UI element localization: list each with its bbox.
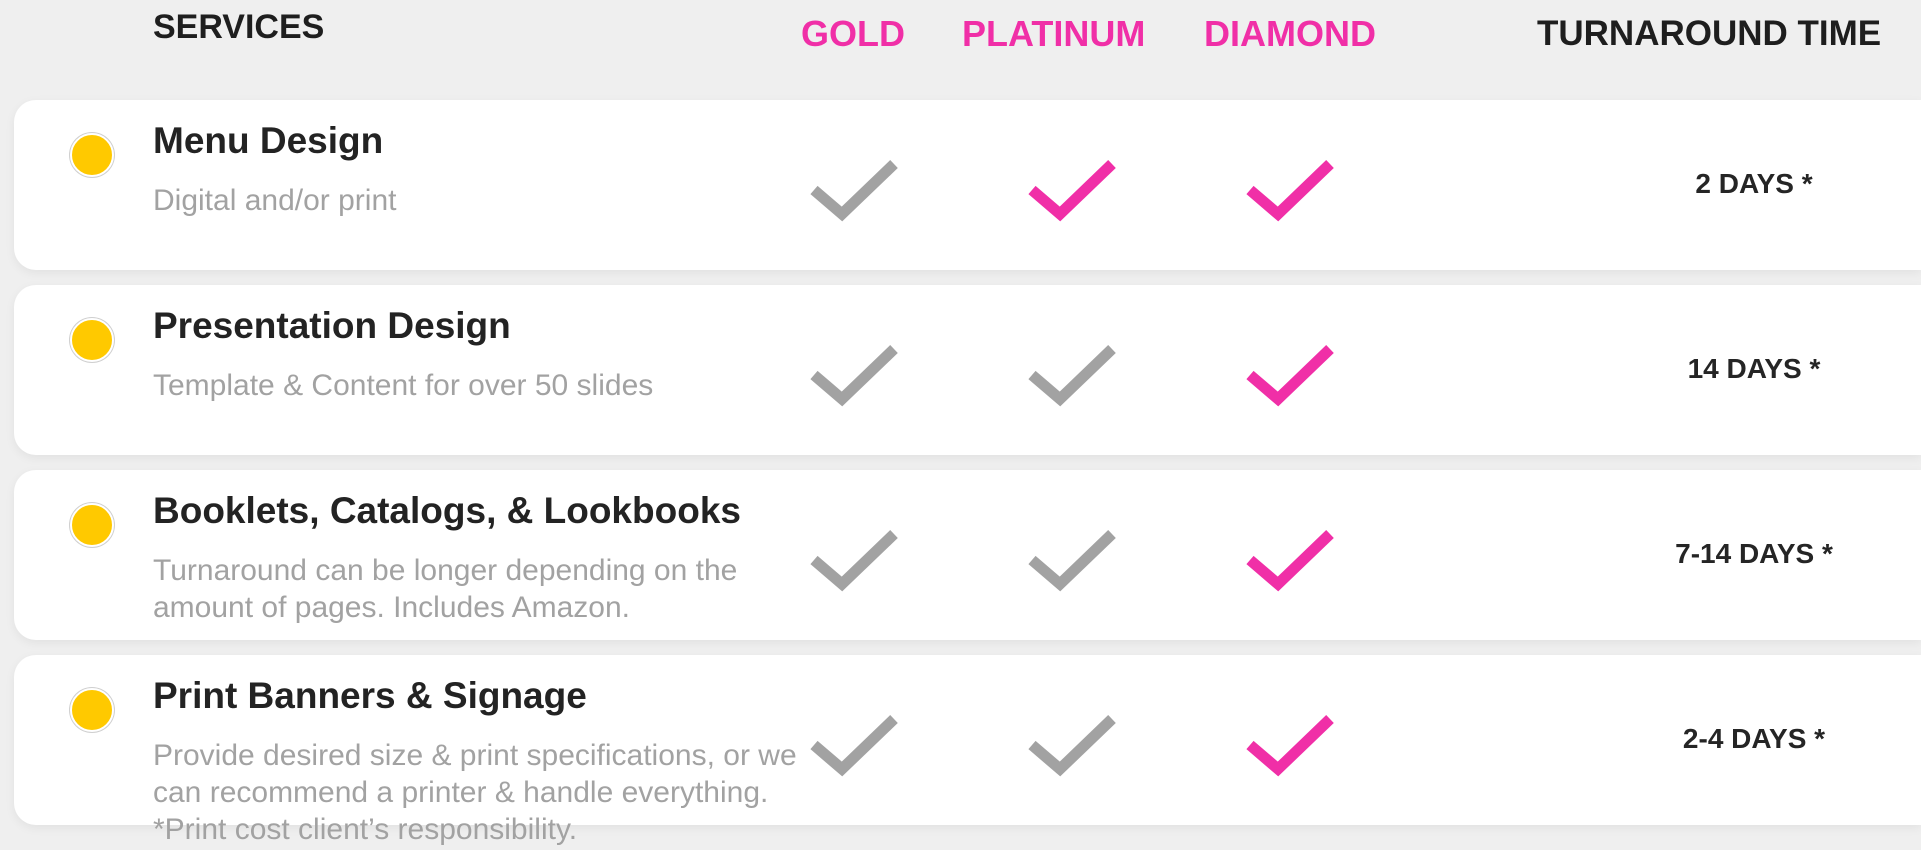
- comparison-header: SERVICES GOLD PLATINUM DIAMOND TURNAROUN…: [0, 0, 1921, 95]
- column-header-gold: GOLD: [801, 13, 905, 54]
- service-description: Digital and/or print: [153, 184, 397, 217]
- turnaround-time-value: 7-14 DAYS *: [1675, 538, 1833, 569]
- platinum-checkmark-icon: [1028, 530, 1116, 592]
- platinum-checkmark-icon: [1028, 715, 1116, 777]
- gold-checkmark-icon: [810, 715, 898, 777]
- service-row: Menu Design Digital and/or print 2 DAYS *: [14, 100, 1921, 270]
- service-title: Booklets, Catalogs, & Lookbooks: [153, 490, 741, 531]
- diamond-checkmark-icon: [1246, 715, 1334, 777]
- column-header-turnaround-time: TURNAROUND TIME: [1537, 14, 1882, 53]
- service-row: Booklets, Catalogs, & Lookbooks Turnaroun…: [14, 470, 1921, 640]
- column-header-platinum: PLATINUM: [962, 13, 1146, 54]
- service-row: Presentation Design Template & Content fo…: [14, 285, 1921, 455]
- turnaround-time-value: 2 DAYS *: [1695, 168, 1813, 199]
- service-description: Provide desired size & print specificati…: [153, 739, 797, 846]
- service-title: Presentation Design: [153, 305, 511, 346]
- service-row: Print Banners & Signage Provide desired s…: [14, 655, 1921, 846]
- diamond-checkmark-icon: [1246, 160, 1334, 222]
- yellow-dot-icon: [70, 133, 114, 177]
- column-header-services: SERVICES: [153, 8, 325, 46]
- platinum-checkmark-icon: [1028, 160, 1116, 222]
- gold-checkmark-icon: [810, 160, 898, 222]
- platinum-checkmark-icon: [1028, 345, 1116, 407]
- turnaround-time-value: 2-4 DAYS *: [1682, 723, 1826, 754]
- yellow-dot-icon: [70, 688, 114, 732]
- service-description: Template & Content for over 50 slides: [153, 369, 654, 402]
- service-title: Print Banners & Signage: [153, 675, 587, 716]
- column-header-diamond: DIAMOND: [1204, 13, 1376, 54]
- diamond-checkmark-icon: [1246, 345, 1334, 407]
- gold-checkmark-icon: [810, 345, 898, 407]
- yellow-dot-icon: [70, 503, 114, 547]
- diamond-checkmark-icon: [1246, 530, 1334, 592]
- turnaround-time-value: 14 DAYS *: [1687, 353, 1821, 384]
- yellow-dot-icon: [70, 318, 114, 362]
- service-description: Turnaround can be longer depending on th…: [153, 554, 738, 624]
- service-title: Menu Design: [153, 120, 384, 161]
- gold-checkmark-icon: [810, 530, 898, 592]
